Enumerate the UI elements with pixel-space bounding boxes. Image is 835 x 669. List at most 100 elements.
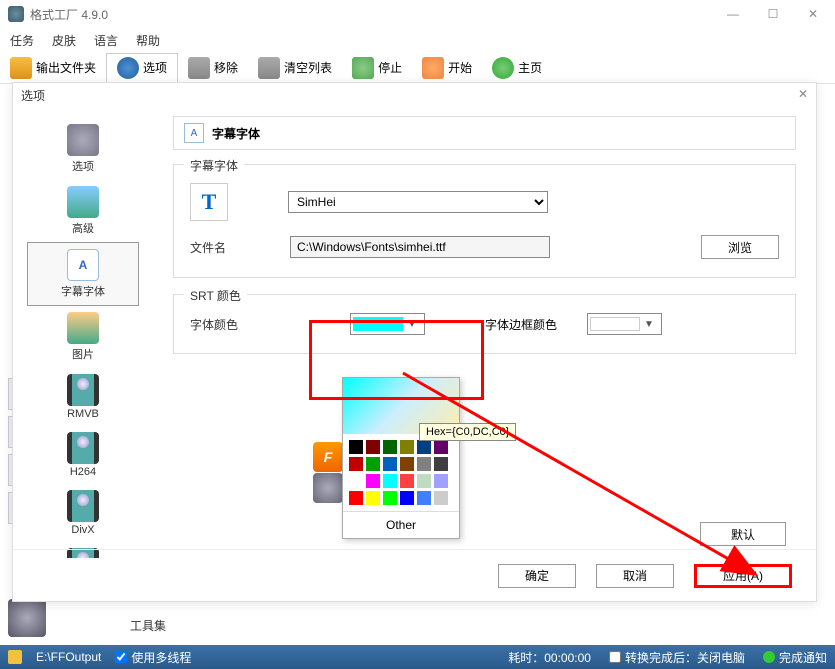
options-dialog: 选项 ✕ 选项 高级 A字幕字体 图片 RMVB H264 DivX A 字幕字… <box>12 82 817 602</box>
border-color-label: 字体边框颜色 <box>485 316 557 333</box>
default-button[interactable]: 默认 <box>700 522 786 546</box>
sidebar-item-rmvb[interactable]: RMVB <box>13 368 153 426</box>
content-pane: A 字幕字体 字幕字体 T SimHei 文件名 浏览 SRT 颜色 <box>153 108 816 558</box>
menu-help[interactable]: 帮助 <box>136 32 160 49</box>
menu-task[interactable]: 任务 <box>10 32 34 49</box>
start-icon <box>422 57 444 79</box>
color-cell[interactable] <box>349 491 363 505</box>
elapsed-time: 耗时：00:00:00 <box>508 649 591 666</box>
font-icon: A <box>67 249 99 281</box>
browse-button[interactable]: 浏览 <box>701 235 779 259</box>
color-cell[interactable] <box>349 457 363 471</box>
color-cell[interactable] <box>366 457 380 471</box>
sidebar-item-divx[interactable]: DivX <box>13 484 153 542</box>
sidebar: 选项 高级 A字幕字体 图片 RMVB H264 DivX <box>13 108 153 558</box>
filename-input[interactable] <box>290 236 550 258</box>
gear-icon <box>117 57 139 79</box>
sidebar-item-advanced[interactable]: 高级 <box>13 180 153 242</box>
remove-icon <box>188 57 210 79</box>
fieldset-srt-color: SRT 颜色 字体颜色 ▼ 字体边框颜色 ▼ <box>173 294 796 354</box>
dialog-close-icon[interactable]: ✕ <box>798 87 808 101</box>
dialog-footer: 确定 取消 应用(A) <box>13 549 816 601</box>
border-color-picker[interactable]: ▼ <box>587 313 662 335</box>
section-header: A 字幕字体 <box>173 116 796 150</box>
folder-icon <box>8 650 22 664</box>
color-cell[interactable] <box>434 491 448 505</box>
color-cell[interactable] <box>383 474 397 488</box>
sidebar-item-picture[interactable]: 图片 <box>13 306 153 368</box>
app-title: 格式工厂 4.9.0 <box>30 6 719 23</box>
font-select[interactable]: SimHei <box>288 191 548 213</box>
dialog-title: 选项 ✕ <box>13 83 816 108</box>
color-cell[interactable] <box>366 440 380 454</box>
color-cell[interactable] <box>400 491 414 505</box>
ok-button[interactable]: 确定 <box>498 564 576 588</box>
color-cell[interactable] <box>383 440 397 454</box>
tool-clear[interactable]: 清空列表 <box>248 54 342 82</box>
color-cell[interactable] <box>434 474 448 488</box>
bg-tool-icon[interactable] <box>8 599 46 637</box>
legend-font: 字幕字体 <box>184 157 244 174</box>
sidebar-item-options[interactable]: 选项 <box>13 118 153 180</box>
app-small-icon <box>313 473 343 503</box>
apply-button[interactable]: 应用(A) <box>694 564 792 588</box>
after-convert-checkbox[interactable]: 转换完成后：关闭电脑 <box>609 649 745 666</box>
toolbar: 输出文件夹 选项 移除 清空列表 停止 开始 主页 <box>0 52 835 84</box>
color-grid <box>343 434 459 511</box>
tool-remove[interactable]: 移除 <box>178 54 248 82</box>
multithread-checkbox[interactable]: 使用多线程 <box>115 649 191 666</box>
notify-checkbox[interactable]: 完成通知 <box>763 649 827 666</box>
tool-stop[interactable]: 停止 <box>342 54 412 82</box>
close-button[interactable]: ✕ <box>799 4 827 24</box>
cancel-button[interactable]: 取消 <box>596 564 674 588</box>
chevron-down-icon: ▼ <box>407 319 417 330</box>
color-cell[interactable] <box>400 474 414 488</box>
color-cell[interactable] <box>434 457 448 471</box>
sidebar-item-h264[interactable]: H264 <box>13 426 153 484</box>
tool-start[interactable]: 开始 <box>412 54 482 82</box>
bg-toolset-label: 工具集 <box>130 617 166 634</box>
color-cell[interactable] <box>400 440 414 454</box>
color-cell[interactable] <box>434 440 448 454</box>
color-other-button[interactable]: Other <box>343 511 459 538</box>
color-cell[interactable] <box>366 474 380 488</box>
tool-home[interactable]: 主页 <box>482 54 552 82</box>
color-cell[interactable] <box>349 474 363 488</box>
output-path[interactable]: E:\FFOutput <box>36 650 101 664</box>
menu-skin[interactable]: 皮肤 <box>52 32 76 49</box>
color-cell[interactable] <box>349 440 363 454</box>
folder-icon <box>10 57 32 79</box>
color-tooltip: Hex={C0,DC,C0} <box>419 423 516 441</box>
ff-logo-icon: F <box>313 442 343 472</box>
maximize-button[interactable]: ☐ <box>759 4 787 24</box>
statusbar: E:\FFOutput 使用多线程 耗时：00:00:00 转换完成后：关闭电脑… <box>0 645 835 669</box>
stop-icon <box>352 57 374 79</box>
color-cell[interactable] <box>417 457 431 471</box>
color-cell[interactable] <box>417 491 431 505</box>
color-cell[interactable] <box>400 457 414 471</box>
film-icon <box>67 432 99 464</box>
menubar: 任务 皮肤 语言 帮助 <box>0 28 835 52</box>
tool-options[interactable]: 选项 <box>106 53 178 83</box>
fieldset-font: 字幕字体 T SimHei 文件名 浏览 <box>173 164 796 278</box>
film-icon <box>67 374 99 406</box>
color-cell[interactable] <box>383 491 397 505</box>
color-cell[interactable] <box>383 457 397 471</box>
legend-srt: SRT 颜色 <box>184 287 247 304</box>
advanced-icon <box>67 186 99 218</box>
color-cell[interactable] <box>417 474 431 488</box>
color-cell[interactable] <box>366 491 380 505</box>
color-cell[interactable] <box>417 440 431 454</box>
section-title: 字幕字体 <box>212 125 260 142</box>
minimize-button[interactable]: — <box>719 4 747 24</box>
font-color-picker[interactable]: ▼ <box>350 313 425 335</box>
tool-output-folder[interactable]: 输出文件夹 <box>0 54 106 82</box>
gear-icon <box>67 124 99 156</box>
color-popup: Other <box>342 377 460 539</box>
menu-lang[interactable]: 语言 <box>94 32 118 49</box>
color-swatch-cyan <box>353 317 403 331</box>
picture-icon <box>67 312 99 344</box>
home-icon <box>492 57 514 79</box>
sidebar-item-subtitle-font[interactable]: A字幕字体 <box>27 242 139 306</box>
font-color-label: 字体颜色 <box>190 316 290 333</box>
